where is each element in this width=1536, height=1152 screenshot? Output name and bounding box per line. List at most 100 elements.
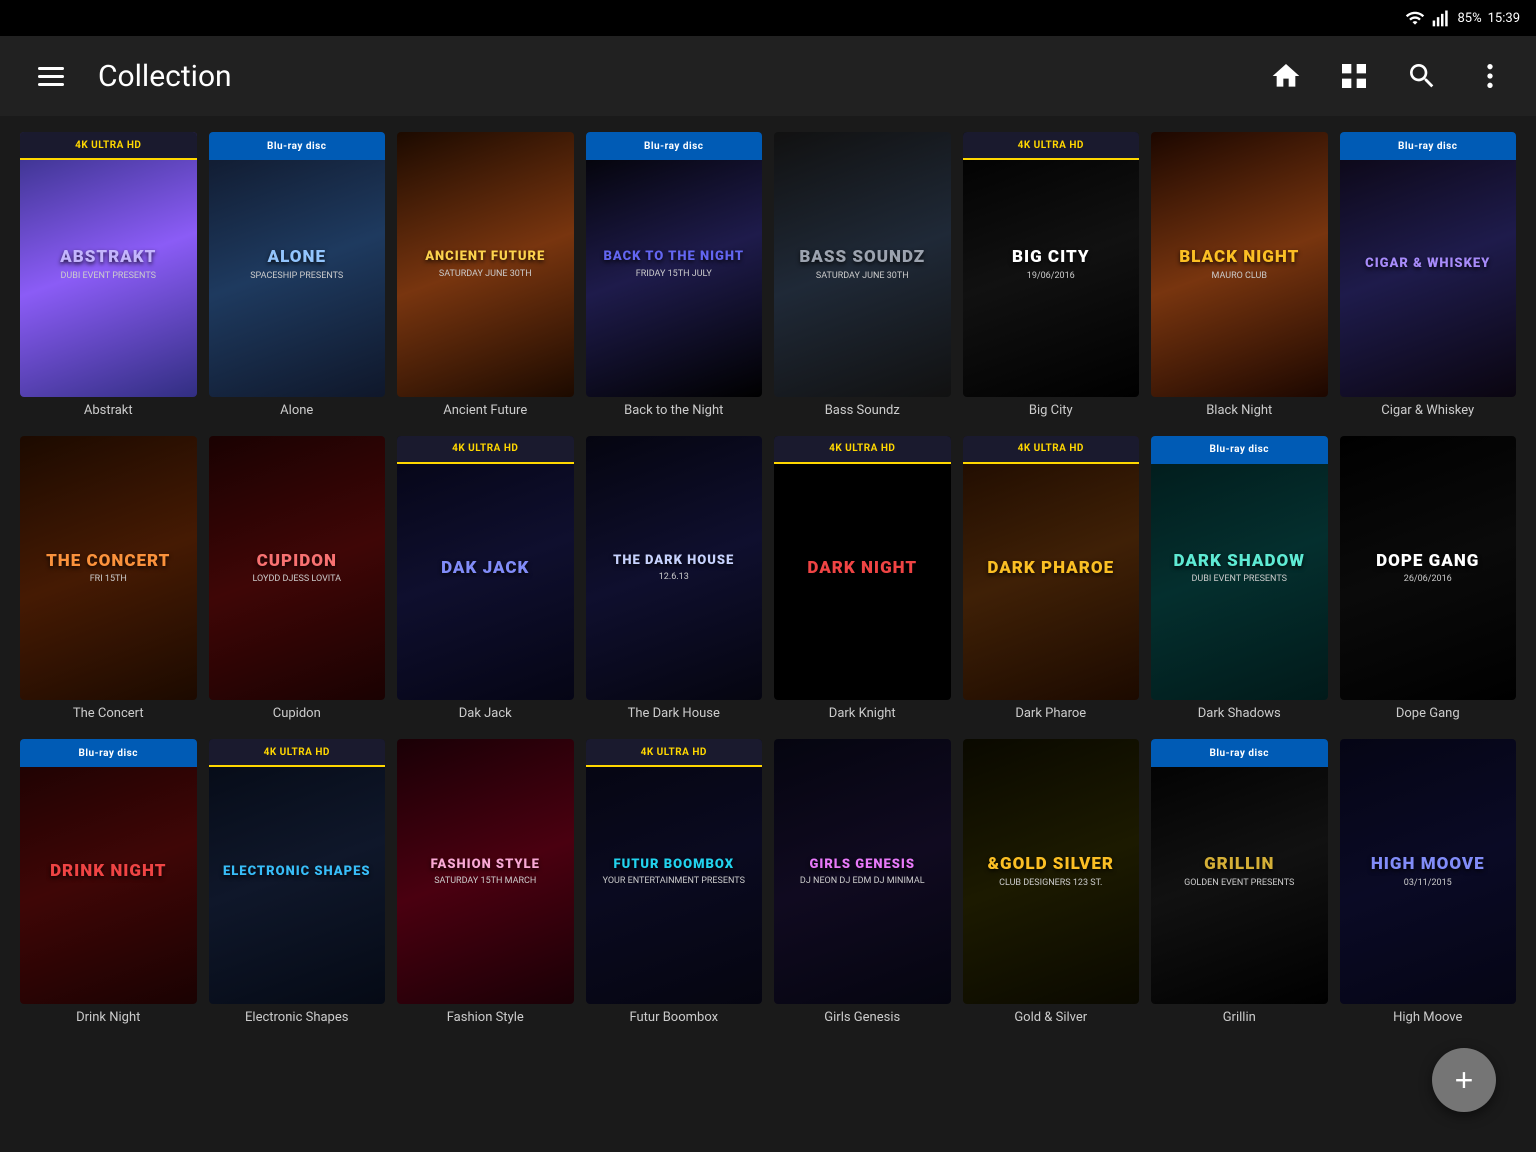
badge-bluray: Blu-ray disc bbox=[20, 739, 197, 767]
grid-view-button[interactable] bbox=[1332, 54, 1376, 98]
poster-text: CIGAR & WHISKEY bbox=[1340, 132, 1517, 397]
poster-bass-soundz: BASS SOUNDZ SATURDAY JUNE 30TH bbox=[774, 132, 951, 397]
badge-bluray: Blu-ray disc bbox=[586, 132, 763, 160]
poster-dark-knight: 4K ULTRA HD DARK NIGHT bbox=[774, 436, 951, 701]
item-title: Girls Genesis bbox=[824, 1010, 900, 1027]
badge-bluray: Blu-ray disc bbox=[209, 132, 386, 160]
grid-item-drink-night[interactable]: Blu-ray disc DRINK NIGHT Drink Night bbox=[20, 739, 197, 1027]
badge-bluray: Blu-ray disc bbox=[1340, 132, 1517, 160]
grid-item-bass-soundz[interactable]: BASS SOUNDZ SATURDAY JUNE 30TH Bass Soun… bbox=[774, 132, 951, 420]
item-title: Black Night bbox=[1206, 403, 1272, 420]
main-content: 4K ULTRA HD ABSTRAKT DUBI EVENT PRESENTS… bbox=[0, 116, 1536, 1043]
poster-sub: DUBI EVENT PRESENTS bbox=[61, 271, 156, 281]
grid-item-abstrakt[interactable]: 4K ULTRA HD ABSTRAKT DUBI EVENT PRESENTS… bbox=[20, 132, 197, 420]
grid-item-dark-house[interactable]: THE DARK HOUSE 12.6.13 The Dark House bbox=[586, 436, 763, 724]
status-icons: 85% 15:39 bbox=[1405, 8, 1520, 28]
poster-sub: 12.6.13 bbox=[659, 572, 689, 582]
poster-sub: SATURDAY 15TH MARCH bbox=[434, 876, 536, 886]
grid-item-gold[interactable]: &Gold Silver CLUB DESIGNERS 123 ST. Gold… bbox=[963, 739, 1140, 1027]
add-button[interactable]: + bbox=[1432, 1048, 1496, 1112]
poster-sub: LOYDD DJESS LOVITA bbox=[252, 574, 341, 584]
poster-dark-pharoe: 4K ULTRA HD DARK PHAROE bbox=[963, 436, 1140, 701]
poster-dark-shadows: Blu-ray disc DARK SHADOW DUBI EVENT PRES… bbox=[1151, 436, 1328, 701]
poster-text: DOPE GANG 26/06/2016 bbox=[1340, 436, 1517, 701]
poster-grillin: Blu-ray disc Grillin GOLDEN EVENT PRESEN… bbox=[1151, 739, 1328, 1004]
poster-main-title: DARK NIGHT bbox=[807, 559, 917, 578]
poster-cupidon: CUPIDON LOYDD DJESS LOVITA bbox=[209, 436, 386, 701]
poster-sub: 03/11/2015 bbox=[1404, 878, 1452, 888]
grid-item-black-night[interactable]: BLACK NIGHT MAURO CLUB Black Night bbox=[1151, 132, 1328, 420]
time-text: 15:39 bbox=[1488, 11, 1520, 26]
top-bar: Collection bbox=[0, 36, 1536, 116]
poster-main-title: DARK PHAROE bbox=[987, 559, 1114, 578]
grid-item-big-city[interactable]: 4K ULTRA HD BIG CITY 19/06/2016 Big City bbox=[963, 132, 1140, 420]
poster-main-title: CIGAR & WHISKEY bbox=[1365, 257, 1490, 271]
poster-electronic: 4K ULTRA HD Electronic Shapes bbox=[209, 739, 386, 1004]
poster-text: BLACK NIGHT MAURO CLUB bbox=[1151, 132, 1328, 397]
grid-item-concert[interactable]: THE CONCERT FRI 15TH The Concert bbox=[20, 436, 197, 724]
grid-item-electronic[interactable]: 4K ULTRA HD Electronic Shapes Electronic… bbox=[209, 739, 386, 1027]
poster-main-title: BACK TO THE NIGHT bbox=[603, 250, 744, 264]
grid-item-high[interactable]: HIGH MOOVE 03/11/2015 High Moove bbox=[1340, 739, 1517, 1027]
poster-text: DARK SHADOW DUBI EVENT PRESENTS bbox=[1151, 436, 1328, 701]
collection-grid-2: THE CONCERT FRI 15TH The Concert CUPIDON… bbox=[20, 436, 1516, 724]
grid-item-dark-knight[interactable]: 4K ULTRA HD DARK NIGHT Dark Knight bbox=[774, 436, 951, 724]
collection-grid-3: Blu-ray disc DRINK NIGHT Drink Night 4K … bbox=[20, 739, 1516, 1027]
item-title: Gold & Silver bbox=[1014, 1010, 1087, 1027]
poster-black-night: BLACK NIGHT MAURO CLUB bbox=[1151, 132, 1328, 397]
grid-item-girls[interactable]: GIRLS Genesis DJ NEON DJ EDM DJ MINIMAL … bbox=[774, 739, 951, 1027]
poster-sub: FRIDAY 15TH JULY bbox=[636, 269, 712, 279]
grid-item-dark-pharoe[interactable]: 4K ULTRA HD DARK PHAROE Dark Pharoe bbox=[963, 436, 1140, 724]
grid-item-dark-shadows[interactable]: Blu-ray disc DARK SHADOW DUBI EVENT PRES… bbox=[1151, 436, 1328, 724]
status-bar: 85% 15:39 bbox=[0, 0, 1536, 36]
item-title: Dark Knight bbox=[829, 706, 896, 723]
item-title: Futur Boombox bbox=[629, 1010, 718, 1027]
badge-bluray: Blu-ray disc bbox=[1151, 739, 1328, 767]
poster-cigar: Blu-ray disc CIGAR & WHISKEY bbox=[1340, 132, 1517, 397]
grid-item-fashion[interactable]: Fashion Style SATURDAY 15TH MARCH Fashio… bbox=[397, 739, 574, 1027]
poster-back-night: Blu-ray disc BACK TO THE NIGHT FRIDAY 15… bbox=[586, 132, 763, 397]
poster-main-title: DARK SHADOW bbox=[1174, 552, 1305, 571]
poster-main-title: HIGH MOOVE bbox=[1371, 855, 1485, 874]
item-title: Drink Night bbox=[76, 1010, 140, 1027]
poster-main-title: THE CONCERT bbox=[46, 552, 170, 571]
poster-high: HIGH MOOVE 03/11/2015 bbox=[1340, 739, 1517, 1004]
wifi-icon bbox=[1405, 8, 1425, 28]
item-title: Big City bbox=[1029, 403, 1073, 420]
poster-sub: FRI 15TH bbox=[90, 574, 127, 584]
item-title: Dark Shadows bbox=[1198, 706, 1281, 723]
grid-item-back-night[interactable]: Blu-ray disc BACK TO THE NIGHT FRIDAY 15… bbox=[586, 132, 763, 420]
poster-main-title: CUPIDON bbox=[257, 552, 337, 571]
home-button[interactable] bbox=[1264, 54, 1308, 98]
poster-text: ANCIENT FUTURE SATURDAY JUNE 30TH bbox=[397, 132, 574, 397]
poster-text: Grillin GOLDEN EVENT PRESENTS bbox=[1151, 739, 1328, 1004]
poster-ancient-future: ANCIENT FUTURE SATURDAY JUNE 30TH bbox=[397, 132, 574, 397]
poster-text: FUTUR Boombox YOUR ENTERTAINMENT PRESENT… bbox=[586, 739, 763, 1004]
search-button[interactable] bbox=[1400, 54, 1444, 98]
grid-item-dope-gang[interactable]: DOPE GANG 26/06/2016 Dope Gang bbox=[1340, 436, 1517, 724]
signal-icon bbox=[1431, 8, 1451, 28]
grid-item-cupidon[interactable]: CUPIDON LOYDD DJESS LOVITA Cupidon bbox=[209, 436, 386, 724]
poster-main-title: FUTUR Boombox bbox=[613, 858, 734, 872]
poster-text: ABSTRAKT DUBI EVENT PRESENTS bbox=[20, 132, 197, 397]
poster-text: DARK NIGHT bbox=[774, 436, 951, 701]
more-options-button[interactable] bbox=[1468, 54, 1512, 98]
grid-item-dak-jack[interactable]: 4K ULTRA HD DAK JACK Dak Jack bbox=[397, 436, 574, 724]
grid-item-futur[interactable]: 4K ULTRA HD FUTUR Boombox YOUR ENTERTAIN… bbox=[586, 739, 763, 1027]
grid-item-ancient-future[interactable]: ANCIENT FUTURE SATURDAY JUNE 30TH Ancien… bbox=[397, 132, 574, 420]
poster-sub: CLUB DESIGNERS 123 ST. bbox=[999, 878, 1102, 888]
top-bar-actions bbox=[1264, 54, 1512, 98]
poster-text: DRINK NIGHT bbox=[20, 739, 197, 1004]
item-title: Dak Jack bbox=[459, 706, 512, 723]
poster-text: THE DARK HOUSE 12.6.13 bbox=[586, 436, 763, 701]
poster-main-title: &Gold Silver bbox=[988, 855, 1114, 874]
badge-4k: 4K ULTRA HD bbox=[963, 436, 1140, 464]
menu-button[interactable] bbox=[24, 53, 78, 100]
badge-bluray: Blu-ray disc bbox=[1151, 436, 1328, 464]
grid-item-alone[interactable]: Blu-ray disc ALONE SPACESHIP PRESENTS Al… bbox=[209, 132, 386, 420]
item-title: Grillin bbox=[1223, 1010, 1256, 1027]
battery-text: 85% bbox=[1457, 11, 1481, 26]
grid-item-grillin[interactable]: Blu-ray disc Grillin GOLDEN EVENT PRESEN… bbox=[1151, 739, 1328, 1027]
grid-item-cigar[interactable]: Blu-ray disc CIGAR & WHISKEY Cigar & Whi… bbox=[1340, 132, 1517, 420]
poster-text: DARK PHAROE bbox=[963, 436, 1140, 701]
